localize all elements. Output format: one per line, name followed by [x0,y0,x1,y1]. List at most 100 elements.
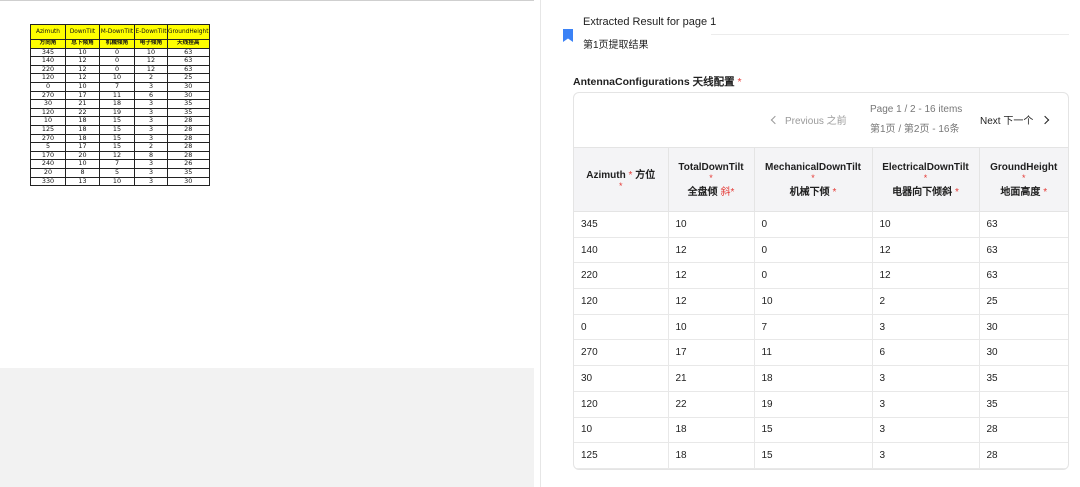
column-header-azimuth[interactable]: Azimuth * 方位 * [574,147,669,212]
table-cell[interactable]: 12 [668,262,755,290]
table-cell[interactable]: 0 [574,314,669,341]
pagination: Previous 之前 Page 1 / 2 - 16 items 第1页 / … [574,93,1068,147]
doc-table-cell: 18 [65,124,100,135]
doc-table-cell: 15 [99,124,135,135]
table-cell[interactable]: 2 [872,288,980,315]
table-cell[interactable]: 15 [754,417,873,444]
doc-table-cell: 20 [30,167,66,178]
table-cell[interactable]: 3 [872,417,980,444]
table-cell[interactable]: 28 [979,417,1068,444]
column-header-electrical-downtilt[interactable]: ElectricalDownTilt * 电器向下倾斜 * [872,147,980,212]
doc-table-cell: 35 [167,107,210,118]
doc-table-row: 125 18 15 3 28 [30,124,210,135]
table-cell[interactable]: 0 [754,237,873,264]
doc-table-cell: 10 [134,47,168,58]
table-cell[interactable]: 63 [979,211,1068,238]
doc-table-cell: 3 [134,176,168,187]
table-cell[interactable]: 21 [668,365,755,392]
table-cell[interactable]: 12 [872,262,980,290]
table-cell[interactable]: 30 [574,365,669,392]
doc-header-en-cell: GroundHeight [167,24,210,40]
doc-table-cell: 28 [167,133,210,144]
doc-table-cell: 22 [65,107,100,118]
table-cell[interactable]: 35 [979,365,1068,392]
doc-table-cell: 15 [99,142,135,152]
table-cell[interactable]: 0 [754,211,873,238]
required-mark: * [737,76,742,88]
table-cell[interactable]: 6 [872,339,980,367]
table-cell[interactable]: 10 [574,417,669,444]
doc-table-cell: 5 [30,142,66,152]
doc-table-cell: 63 [167,47,210,58]
table-cell[interactable]: 345 [574,211,669,238]
table-cell[interactable]: 3 [872,442,980,469]
table-cell[interactable]: 18 [668,442,755,469]
doc-table-cell: 17 [65,90,100,101]
document-table: Azimuth DownTilt M-DownTilt E-DownTilt Groun… [30,24,210,187]
previous-label: Previous 之前 [785,116,847,127]
doc-table-cell: 0 [99,47,135,58]
table-cell[interactable]: 19 [754,391,873,418]
table-cell[interactable]: 10 [668,211,755,238]
table-cell[interactable]: 3 [872,314,980,341]
table-cell[interactable]: 63 [979,262,1068,290]
result-subtitle: 第1页提取结果 [583,40,649,51]
table-cell[interactable]: 270 [574,339,669,367]
doc-table-cell: 270 [30,133,66,144]
table-cell[interactable]: 0 [754,262,873,290]
table-cell[interactable]: 12 [872,237,980,264]
table-cell[interactable]: 12 [668,288,755,315]
table-cell[interactable]: 120 [574,391,669,418]
table-cell[interactable]: 25 [979,288,1068,315]
doc-table-cell: 30 [167,81,210,92]
table-cell[interactable]: 30 [979,314,1068,341]
doc-table-cell: 3 [134,81,168,92]
doc-table-cell: 18 [99,99,135,109]
table-cell[interactable]: 125 [574,442,669,469]
table-cell[interactable]: 35 [979,391,1068,418]
table-row: 345 10 0 10 63 [574,211,1068,238]
table-cell[interactable]: 17 [668,339,755,367]
table-cell[interactable]: 18 [668,417,755,444]
doc-table-row: 240 10 7 3 26 [30,159,210,169]
doc-table-cell: 18 [65,116,100,126]
page-info-en: Page 1 / 2 - 16 items [870,104,963,115]
doc-table-cell: 3 [134,167,168,178]
table-cell[interactable]: 10 [754,288,873,315]
title-divider [711,34,1069,35]
table-cell[interactable]: 63 [979,237,1068,264]
column-header-ground-height[interactable]: GroundHeight * 地面高度 * [979,147,1068,212]
doc-table-cell: 2 [134,73,168,83]
previous-button[interactable]: Previous 之前 [770,112,847,127]
doc-table-cell: 0 [30,81,66,92]
doc-table-cell: 10 [30,116,66,126]
table-cell[interactable]: 220 [574,262,669,290]
table-cell[interactable]: 12 [668,237,755,264]
column-header-mechanical-downtilt[interactable]: MechanicalDownTilt * 机械下倾 * [754,147,873,212]
doc-header-zh-cell: 电子倾角 [134,39,168,49]
next-button[interactable]: Next 下一个 [980,112,1050,127]
table-cell[interactable]: 15 [754,442,873,469]
table-cell[interactable]: 3 [872,391,980,418]
table-cell[interactable]: 120 [574,288,669,315]
table-cell[interactable]: 140 [574,237,669,264]
table-cell[interactable]: 7 [754,314,873,341]
doc-table-cell: 12 [134,64,168,75]
table-cell[interactable]: 11 [754,339,873,367]
doc-table-cell: 13 [65,176,100,187]
doc-table-cell: 63 [167,56,210,66]
table-cell[interactable]: 10 [668,314,755,341]
table-cell[interactable]: 10 [872,211,980,238]
doc-header-row: Azimuth DownTilt M-DownTilt E-DownTilt Groun… [30,24,210,40]
table-row: 120 22 19 3 35 [574,391,1068,418]
table-cell[interactable]: 30 [979,339,1068,367]
table-cell[interactable]: 28 [979,442,1068,469]
table-cell[interactable]: 3 [872,365,980,392]
chevron-right-icon [1041,115,1050,124]
table-cell[interactable]: 18 [754,365,873,392]
doc-table-cell: 35 [167,167,210,178]
table-cell[interactable]: 22 [668,391,755,418]
doc-header-zh-cell: 方向角 [30,39,66,49]
column-header-total-downtilt[interactable]: TotalDownTilt * 全盘倾 斜* [668,147,755,212]
doc-table-row: 120 22 19 3 35 [30,107,210,118]
